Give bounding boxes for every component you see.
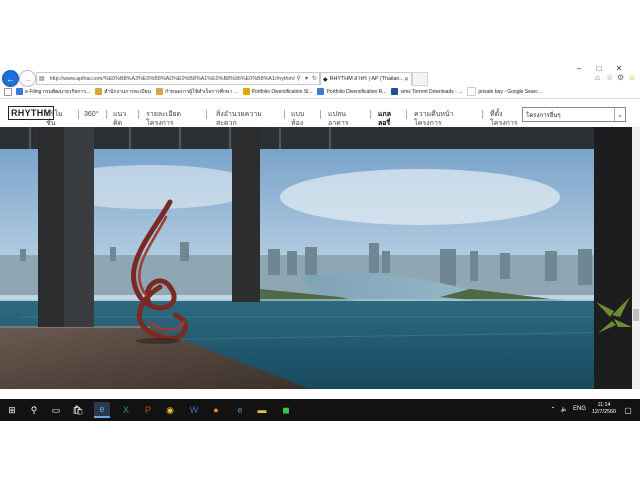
file-explorer-icon[interactable]: ▬ — [254, 402, 270, 418]
clock[interactable]: 11:14 12/7/2560 — [592, 402, 616, 416]
maximize-button[interactable]: □ — [592, 64, 606, 73]
taskbar: ⊞ ⚲ ▭ 🛍 e X P ◉ W ● e ▬ ◼ ⌃ 🔈 ENG 11:14 … — [0, 399, 640, 421]
favorite-icon — [242, 88, 250, 95]
favorite-icon — [16, 88, 23, 95]
firefox-icon[interactable]: ● — [208, 402, 224, 418]
nav-item-facilities[interactable]: สิ่งอำนวยความ สะดวก — [216, 110, 262, 128]
internet-explorer-icon[interactable]: e — [94, 402, 110, 418]
back-button[interactable]: ← — [2, 70, 19, 87]
notification-icon[interactable]: ▢ — [620, 402, 636, 418]
nav-item-room-types[interactable]: แบบ ห้อง — [291, 110, 304, 128]
minimize-button[interactable]: – — [572, 64, 586, 73]
back-arrow-icon: ← — [6, 73, 15, 84]
favorite-link[interactable]: สำนักงานการทะเบียน — [95, 88, 151, 96]
gallery-photo — [0, 127, 632, 389]
nav-separator — [78, 110, 79, 119]
project-select-value: โครงการอื่นๆ — [526, 112, 561, 119]
nav-separator — [482, 110, 483, 119]
nav-separator — [106, 110, 107, 119]
task-view-icon[interactable]: ▭ — [48, 402, 64, 418]
favorite-icon — [317, 88, 325, 95]
nav-item-360[interactable]: 360° — [84, 110, 98, 119]
favorite-link[interactable]: e-Filing กรมพัฒนาธุรกิจการ... — [16, 88, 90, 96]
nav-separator — [284, 110, 285, 119]
nav-item-building-plan[interactable]: แปลน อาคาร — [328, 110, 349, 128]
google-icon — [467, 87, 477, 96]
nav-item-progress[interactable]: ความคืบหน้า โครงการ — [414, 110, 454, 128]
close-tab-icon[interactable]: ✕ — [404, 76, 409, 83]
nav-item-promotion[interactable]: ปริโม ชั่น — [46, 110, 63, 128]
toolbar-divider — [0, 98, 640, 99]
refresh-icon[interactable]: ↻ — [312, 75, 317, 82]
powerpoint-icon[interactable]: P — [140, 402, 156, 418]
nav-item-gallery[interactable]: แกล ลอรี่ — [378, 110, 391, 128]
home-icon[interactable]: ⌂ — [595, 73, 600, 82]
chevron-up-icon[interactable]: ⌃ — [550, 406, 555, 413]
gallery-hero-image — [0, 127, 632, 389]
favorite-link[interactable]: กำหนดการผู้ใช้สำเร็จการศึกษา ... — [155, 88, 238, 96]
store-icon[interactable]: 🛍 — [70, 402, 86, 418]
edge-icon[interactable]: e — [232, 402, 248, 418]
windows-start-icon[interactable]: ⊞ — [4, 402, 20, 418]
nav-separator — [370, 110, 371, 119]
chevron-down-icon: ⌄ — [614, 108, 625, 121]
word-icon[interactable]: W — [186, 402, 202, 418]
forward-button[interactable]: → — [19, 70, 36, 87]
clock-date: 12/7/2560 — [592, 409, 616, 415]
favorites-bar: e-Filing กรมพัฒนาธุรกิจการ... สำนักงานกา… — [0, 86, 640, 97]
favorite-link[interactable]: Portfolio Diversification R... — [317, 88, 386, 95]
dropdown-arrow-icon[interactable]: ▾ — [305, 75, 308, 82]
excel-icon[interactable]: X — [118, 402, 134, 418]
tab-rhythm[interactable]: ◆ RHYTHM สาทร | AP (Thailan... ✕ — [320, 72, 412, 85]
new-tab-button[interactable] — [412, 72, 428, 86]
nav-item-location[interactable]: ที่ตั้ง โครงการ — [490, 110, 518, 128]
scrollbar-thumb[interactable] — [633, 309, 639, 321]
forward-arrow-icon: → — [23, 73, 32, 84]
clock-time: 11:14 — [597, 402, 611, 408]
site-nav: RHYTHM ปริโม ชั่น 360° แนว คิด รายละเอียดโ… — [0, 101, 640, 127]
nav-separator — [138, 110, 139, 119]
favorites-add-icon[interactable] — [4, 87, 12, 96]
nav-separator — [206, 110, 207, 119]
favorite-link[interactable]: private bay - Google Searc... — [467, 87, 542, 96]
system-tray: ⌃ 🔈 ENG 11:14 12/7/2560 — [550, 402, 616, 416]
nav-item-concept[interactable]: แนว คิด — [113, 110, 126, 128]
project-select[interactable]: โครงการอื่นๆ ⌄ — [522, 107, 626, 122]
page-icon: ▤ — [39, 76, 45, 82]
search-icon[interactable]: ⚲ — [297, 75, 301, 82]
favorites-star-icon[interactable]: ☆ — [606, 73, 613, 82]
favorite-icon — [155, 88, 163, 95]
favorite-icon — [391, 88, 399, 95]
page-scrollbar[interactable] — [632, 127, 640, 389]
chrome-icon[interactable]: ◉ — [162, 402, 178, 418]
volume-icon[interactable]: 🔈 — [561, 406, 568, 413]
address-bar[interactable]: ▤ http://www.apthai.com/%E0%B8%A3%E0%B8%… — [36, 72, 320, 85]
line-app-icon[interactable]: ◼ — [278, 402, 294, 418]
nav-separator — [320, 110, 321, 119]
nav-separator — [406, 110, 407, 119]
settings-gear-icon[interactable]: ⚙ — [617, 73, 624, 82]
nav-item-project-details[interactable]: รายละเอียด โครงการ — [146, 110, 181, 128]
smiley-feedback-icon[interactable]: ☺ — [628, 73, 636, 82]
address-url[interactable]: http://www.apthai.com/%E0%B8%A3%E0%B8%AD… — [50, 76, 295, 82]
tab-title: RHYTHM สาทร | AP (Thailan... — [329, 76, 404, 82]
search-icon[interactable]: ⚲ — [26, 402, 42, 418]
favorite-link[interactable]: Portfolio Diversification Sl... — [242, 88, 312, 95]
favorite-icon — [95, 88, 103, 95]
close-window-button[interactable]: ✕ — [612, 64, 626, 73]
favorite-link[interactable]: sims Torrent Downloads - ... — [391, 88, 462, 95]
language-indicator[interactable]: ENG — [573, 406, 586, 412]
tab-favicon-icon: ◆ — [323, 76, 328, 83]
